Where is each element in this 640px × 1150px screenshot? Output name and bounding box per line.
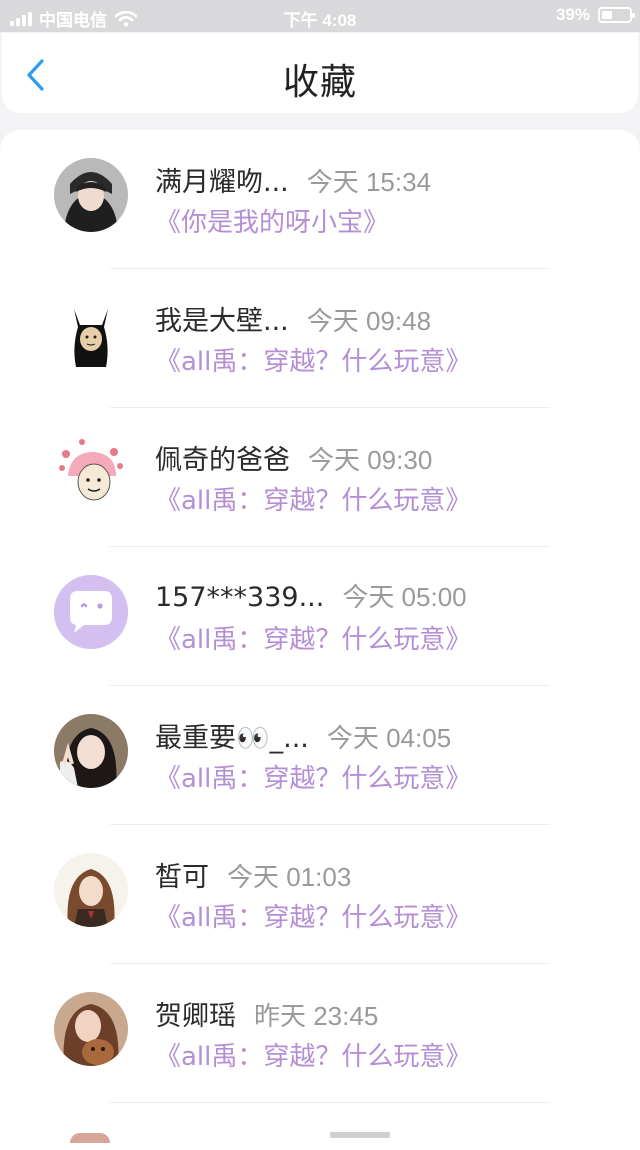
item-name: 满月耀吻...	[155, 167, 289, 198]
avatar	[54, 158, 128, 232]
avatar	[70, 1133, 110, 1143]
item-subtitle: 《all禹：穿越？什么玩意》	[155, 1042, 472, 1072]
item-subtitle: 《你是我的呀小宝》	[155, 208, 390, 238]
list-item[interactable]: 满月耀吻... 今天 15:34 《你是我的呀小宝》	[0, 130, 640, 269]
list-item[interactable]: 最重要👀_... 今天 04:05 《all禹：穿越？什么玩意》	[0, 686, 640, 825]
item-subtitle: 《all禹：穿越？什么玩意》	[155, 903, 472, 933]
avatar	[54, 853, 128, 927]
item-subtitle: 《all禹：穿越？什么玩意》	[155, 764, 472, 794]
item-name: 皙可	[155, 862, 209, 893]
battery-icon	[598, 7, 635, 23]
page-title: 收藏	[282, 62, 357, 103]
item-name: 贺卿瑶	[155, 1001, 236, 1032]
nav-bar: 收藏	[2, 33, 638, 113]
item-name: 我是大壁...	[155, 306, 289, 337]
item-time: 今天 05:00	[342, 582, 467, 612]
list-item[interactable]: 157***339... 今天 05:00 《all禹：穿越？什么玩意》	[0, 547, 640, 686]
item-name: 佩奇的爸爸	[155, 445, 290, 476]
avatar	[54, 714, 128, 788]
item-time: 今天 09:48	[306, 306, 432, 336]
avatar	[54, 297, 128, 371]
item-time: 今天 09:30	[308, 445, 433, 475]
battery-percent: 39%	[555, 5, 590, 24]
item-name	[330, 1132, 390, 1138]
list-item[interactable]: 贺卿瑶 昨天 23:45 《all禹：穿越？什么玩意》	[0, 964, 640, 1103]
status-time: 下午 4:08	[283, 11, 357, 30]
item-time: 今天 01:03	[227, 862, 352, 892]
list-item[interactable]: 佩奇的爸爸 今天 09:30 《all禹：穿越？什么玩意》	[0, 408, 640, 547]
item-name: 157***339...	[155, 582, 325, 613]
avatar	[54, 992, 128, 1066]
list-item[interactable]: 我是大壁... 今天 09:48 《all禹：穿越？什么玩意》	[0, 269, 640, 408]
item-subtitle: 《all禹：穿越？什么玩意》	[155, 625, 472, 655]
default-avatar-icon	[54, 575, 128, 649]
item-time: 昨天 23:45	[254, 1001, 379, 1031]
status-bar: 中国电信 下午 4:08 39%	[0, 0, 640, 32]
item-subtitle: 《all禹：穿越？什么玩意》	[155, 486, 472, 516]
list-item[interactable]: 皙可 今天 01:03 《all禹：穿越？什么玩意》	[0, 825, 640, 964]
item-time: 今天 15:34	[306, 167, 432, 197]
item-name: 最重要👀_...	[155, 723, 309, 754]
favorites-list: 满月耀吻... 今天 15:34 《你是我的呀小宝》 我是大壁... 今天 09:4…	[0, 130, 640, 1150]
item-time: 今天 04:05	[326, 723, 452, 753]
status-right: 39%	[555, 5, 635, 25]
item-subtitle: 《all禹：穿越？什么玩意》	[155, 347, 472, 377]
avatar	[54, 436, 128, 510]
